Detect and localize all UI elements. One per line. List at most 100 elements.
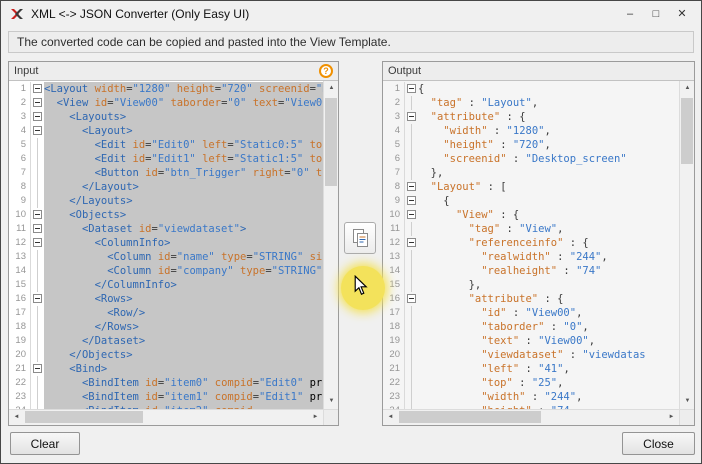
code-line[interactable]: 2 <View id="View00" taborder="0" text="V… xyxy=(9,96,323,110)
code-line[interactable]: 11 "tag" : "View", xyxy=(383,222,679,236)
code-line[interactable]: 3 "attribute" : { xyxy=(383,110,679,124)
code-line[interactable]: 23 "width" : "244", xyxy=(383,390,679,404)
code-line[interactable]: 4 "width" : "1280", xyxy=(383,124,679,138)
scrollbar-thumb[interactable] xyxy=(681,98,693,164)
code-line[interactable]: 13 <Column id="name" type="STRING" size= xyxy=(9,250,323,264)
line-number: 15 xyxy=(383,278,405,292)
code-line[interactable]: 18 </Rows> xyxy=(9,320,323,334)
code-line[interactable]: 16 "attribute" : { xyxy=(383,292,679,306)
clear-button[interactable]: Clear xyxy=(10,432,80,455)
code-line[interactable]: 7 <Button id="btn_Trigger" right="0" top… xyxy=(9,166,323,180)
fold-toggle-icon[interactable] xyxy=(407,182,416,191)
code-line[interactable]: 21 <Bind> xyxy=(9,362,323,376)
scroll-up-icon[interactable]: ▲ xyxy=(680,81,694,96)
minimize-icon[interactable]: – xyxy=(619,5,641,23)
code-text: "width" : "244", xyxy=(418,390,679,404)
code-line[interactable]: 9 { xyxy=(383,194,679,208)
scrollbar-thumb[interactable] xyxy=(325,98,337,186)
code-line[interactable]: 12 "referenceinfo" : { xyxy=(383,236,679,250)
code-line[interactable]: 14 "realheight" : "74" xyxy=(383,264,679,278)
code-line[interactable]: 21 "left" : "41", xyxy=(383,362,679,376)
fold-toggle-icon[interactable] xyxy=(407,112,416,121)
convert-button[interactable] xyxy=(344,222,376,254)
code-line[interactable]: 20 "viewdataset" : "viewdatas xyxy=(383,348,679,362)
scroll-down-icon[interactable]: ▼ xyxy=(324,394,338,409)
code-line[interactable]: 17 "id" : "View00", xyxy=(383,306,679,320)
close-dialog-button[interactable]: Close xyxy=(622,432,695,455)
code-line[interactable]: 5 <Edit id="Edit0" left="Static0:5" top= xyxy=(9,138,323,152)
fold-toggle-icon[interactable] xyxy=(33,238,42,247)
close-icon[interactable]: ✕ xyxy=(671,5,693,23)
code-line[interactable]: 15 </ColumnInfo> xyxy=(9,278,323,292)
fold-toggle-icon[interactable] xyxy=(407,294,416,303)
code-line[interactable]: 12 <ColumnInfo> xyxy=(9,236,323,250)
code-line[interactable]: 22 <BindItem id="item0" compid="Edit0" p… xyxy=(9,376,323,390)
scroll-down-icon[interactable]: ▼ xyxy=(680,394,694,409)
code-line[interactable]: 15 }, xyxy=(383,278,679,292)
scroll-left-icon[interactable]: ◄ xyxy=(383,410,398,425)
fold-gutter xyxy=(31,82,44,96)
fold-gutter xyxy=(405,390,418,404)
code-line[interactable]: 14 <Column id="company" type="STRING" si xyxy=(9,264,323,278)
code-line[interactable]: 8 </Layout> xyxy=(9,180,323,194)
titlebar[interactable]: XML <-> JSON Converter (Only Easy UI) – … xyxy=(1,1,701,27)
fold-toggle-icon[interactable] xyxy=(407,196,416,205)
json-editor[interactable]: 1{2 "tag" : "Layout",3 "attribute" : {4 … xyxy=(383,81,679,409)
scroll-up-icon[interactable]: ▲ xyxy=(324,81,338,96)
code-line[interactable]: 10 <Objects> xyxy=(9,208,323,222)
code-line[interactable]: 1<Layout width="1280" height="720" scree… xyxy=(9,82,323,96)
code-line[interactable]: 5 "height" : "720", xyxy=(383,138,679,152)
code-line[interactable]: 2 "tag" : "Layout", xyxy=(383,96,679,110)
fold-gutter xyxy=(31,362,44,376)
code-text: </Dataset> xyxy=(44,334,323,348)
code-line[interactable]: 1{ xyxy=(383,82,679,96)
input-horizontal-scrollbar[interactable]: ◄ ► xyxy=(9,410,323,425)
xml-editor[interactable]: 1<Layout width="1280" height="720" scree… xyxy=(9,81,323,409)
code-text: </Rows> xyxy=(44,320,323,334)
code-line[interactable]: 22 "top" : "25", xyxy=(383,376,679,390)
scroll-right-icon[interactable]: ► xyxy=(308,410,323,425)
code-text: "tag" : "View", xyxy=(418,222,679,236)
code-line[interactable]: 13 "realwidth" : "244", xyxy=(383,250,679,264)
fold-toggle-icon[interactable] xyxy=(33,210,42,219)
line-number: 2 xyxy=(383,96,405,110)
output-horizontal-scrollbar[interactable]: ◄ ► xyxy=(383,410,679,425)
code-line[interactable]: 4 <Layout> xyxy=(9,124,323,138)
output-vertical-scrollbar[interactable]: ▲ ▼ xyxy=(679,81,694,409)
fold-toggle-icon[interactable] xyxy=(33,224,42,233)
scrollbar-thumb[interactable] xyxy=(25,411,143,423)
scroll-right-icon[interactable]: ► xyxy=(664,410,679,425)
code-line[interactable]: 18 "taborder" : "0", xyxy=(383,320,679,334)
help-icon[interactable]: ? xyxy=(319,64,333,78)
code-line[interactable]: 11 <Dataset id="viewdataset"> xyxy=(9,222,323,236)
scrollbar-thumb[interactable] xyxy=(399,411,541,423)
scroll-left-icon[interactable]: ◄ xyxy=(9,410,24,425)
code-line[interactable]: 19 </Dataset> xyxy=(9,334,323,348)
fold-toggle-icon[interactable] xyxy=(33,98,42,107)
fold-toggle-icon[interactable] xyxy=(33,84,42,93)
code-line[interactable]: 9 </Layouts> xyxy=(9,194,323,208)
fold-toggle-icon[interactable] xyxy=(33,294,42,303)
code-line[interactable]: 8 "Layout" : [ xyxy=(383,180,679,194)
fold-toggle-icon[interactable] xyxy=(407,210,416,219)
maximize-icon[interactable]: □ xyxy=(645,5,667,23)
input-panel-header: Input ? xyxy=(9,62,338,80)
code-line[interactable]: 6 <Edit id="Edit1" left="Static1:5" top= xyxy=(9,152,323,166)
code-line[interactable]: 3 <Layouts> xyxy=(9,110,323,124)
code-line[interactable]: 6 "screenid" : "Desktop_screen" xyxy=(383,152,679,166)
fold-toggle-icon[interactable] xyxy=(407,84,416,93)
code-line[interactable]: 20 </Objects> xyxy=(9,348,323,362)
code-text: "attribute" : { xyxy=(418,110,679,124)
code-line[interactable]: 16 <Rows> xyxy=(9,292,323,306)
code-line[interactable]: 23 <BindItem id="item1" compid="Edit1" p… xyxy=(9,390,323,404)
code-line[interactable]: 19 "text" : "View00", xyxy=(383,334,679,348)
fold-toggle-icon[interactable] xyxy=(33,126,42,135)
code-line[interactable]: 17 <Row/> xyxy=(9,306,323,320)
code-line[interactable]: 10 "View" : { xyxy=(383,208,679,222)
fold-toggle-icon[interactable] xyxy=(33,112,42,121)
fold-toggle-icon[interactable] xyxy=(33,364,42,373)
code-line[interactable]: 7 }, xyxy=(383,166,679,180)
line-number: 2 xyxy=(9,96,31,110)
fold-toggle-icon[interactable] xyxy=(407,238,416,247)
input-vertical-scrollbar[interactable]: ▲ ▼ xyxy=(323,81,338,409)
